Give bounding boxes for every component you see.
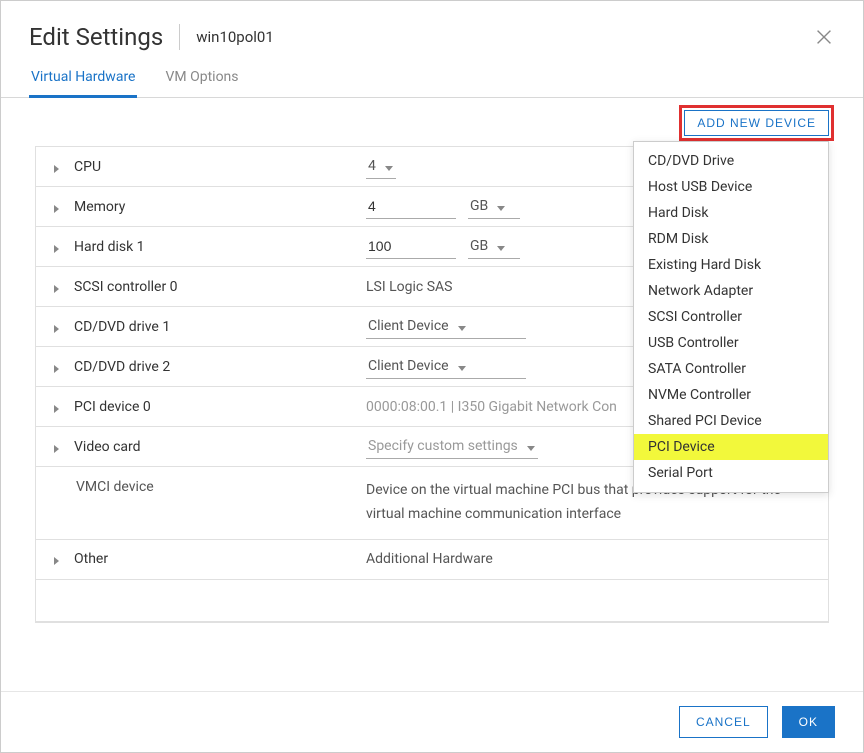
hard-disk-1-size-input[interactable] — [366, 234, 456, 259]
menu-item-scsi-controller[interactable]: SCSI Controller — [634, 304, 828, 330]
tab-vm-options[interactable]: VM Options — [163, 63, 240, 98]
empty-row — [36, 580, 828, 622]
menu-item-pci-device[interactable]: PCI Device — [634, 434, 828, 460]
cd-dvd-1-select[interactable]: Client Device — [366, 314, 526, 339]
menu-item-usb-controller[interactable]: USB Controller — [634, 330, 828, 356]
tab-virtual-hardware[interactable]: Virtual Hardware — [29, 63, 137, 98]
menu-item-cd-dvd-drive[interactable]: CD/DVD Drive — [634, 148, 828, 174]
cpu-label: CPU — [74, 159, 101, 175]
cd-dvd-2-select[interactable]: Client Device — [366, 354, 526, 379]
caret-down-icon — [496, 241, 506, 251]
dialog-header: Edit Settings win10pol01 — [1, 1, 863, 63]
caret-down-icon — [526, 441, 536, 451]
caret-down-icon — [384, 161, 394, 171]
menu-item-shared-pci-device[interactable]: Shared PCI Device — [634, 408, 828, 434]
chevron-right-icon[interactable] — [52, 282, 62, 292]
caret-down-icon — [496, 201, 506, 211]
vmci-device-label: VMCI device — [76, 479, 154, 495]
menu-item-nvme-controller[interactable]: NVMe Controller — [634, 382, 828, 408]
video-card-label: Video card — [74, 439, 141, 455]
menu-item-rdm-disk[interactable]: RDM Disk — [634, 226, 828, 252]
tabs: Virtual Hardware VM Options — [1, 63, 863, 98]
video-card-select[interactable]: Specify custom settings — [366, 434, 538, 459]
chevron-right-icon[interactable] — [52, 202, 62, 212]
chevron-right-icon[interactable] — [52, 442, 62, 452]
chevron-right-icon[interactable] — [52, 402, 62, 412]
scsi-controller-0-label: SCSI controller 0 — [74, 279, 178, 295]
cd-dvd-2-label: CD/DVD drive 2 — [74, 359, 170, 375]
cpu-select[interactable]: 4 — [366, 154, 396, 179]
row-other: Other Additional Hardware — [36, 540, 828, 580]
toolbar: ADD NEW DEVICE — [1, 98, 863, 146]
panel-bottom-border — [35, 622, 829, 623]
caret-down-icon — [457, 361, 467, 371]
cancel-button[interactable]: CANCEL — [679, 706, 768, 738]
menu-item-host-usb-device[interactable]: Host USB Device — [634, 174, 828, 200]
menu-item-serial-port[interactable]: Serial Port — [634, 460, 828, 486]
dialog-footer: CANCEL OK — [1, 691, 863, 752]
close-icon[interactable] — [813, 26, 835, 48]
pci-device-0-label: PCI device 0 — [74, 399, 151, 415]
hard-disk-1-label: Hard disk 1 — [74, 239, 145, 255]
scsi-controller-0-value: LSI Logic SAS — [366, 279, 452, 295]
vm-name: win10pol01 — [196, 28, 274, 46]
memory-label: Memory — [74, 199, 125, 215]
menu-item-network-adapter[interactable]: Network Adapter — [634, 278, 828, 304]
title-divider — [179, 24, 180, 50]
cd-dvd-1-label: CD/DVD drive 1 — [74, 319, 170, 335]
edit-settings-dialog: Edit Settings win10pol01 Virtual Hardwar… — [0, 0, 864, 753]
dialog-title: Edit Settings — [29, 23, 163, 51]
menu-item-sata-controller[interactable]: SATA Controller — [634, 356, 828, 382]
chevron-right-icon[interactable] — [52, 162, 62, 172]
menu-item-existing-hard-disk[interactable]: Existing Hard Disk — [634, 252, 828, 278]
chevron-right-icon[interactable] — [52, 362, 62, 372]
chevron-right-icon[interactable] — [52, 322, 62, 332]
caret-down-icon — [457, 321, 467, 331]
add-new-device-button[interactable]: ADD NEW DEVICE — [684, 110, 829, 136]
other-value: Additional Hardware — [366, 551, 493, 567]
chevron-right-icon[interactable] — [52, 554, 62, 564]
other-label: Other — [74, 551, 108, 567]
menu-item-hard-disk[interactable]: Hard Disk — [634, 200, 828, 226]
memory-value-input[interactable] — [366, 194, 456, 219]
hard-disk-1-unit-select[interactable]: GB — [468, 234, 520, 259]
chevron-right-icon[interactable] — [52, 242, 62, 252]
ok-button[interactable]: OK — [782, 706, 835, 738]
memory-unit-select[interactable]: GB — [468, 194, 520, 219]
pci-device-0-value: 0000:08:00.1 | I350 Gigabit Network Con — [366, 399, 617, 415]
add-new-device-menu: CD/DVD DriveHost USB DeviceHard DiskRDM … — [633, 141, 829, 493]
